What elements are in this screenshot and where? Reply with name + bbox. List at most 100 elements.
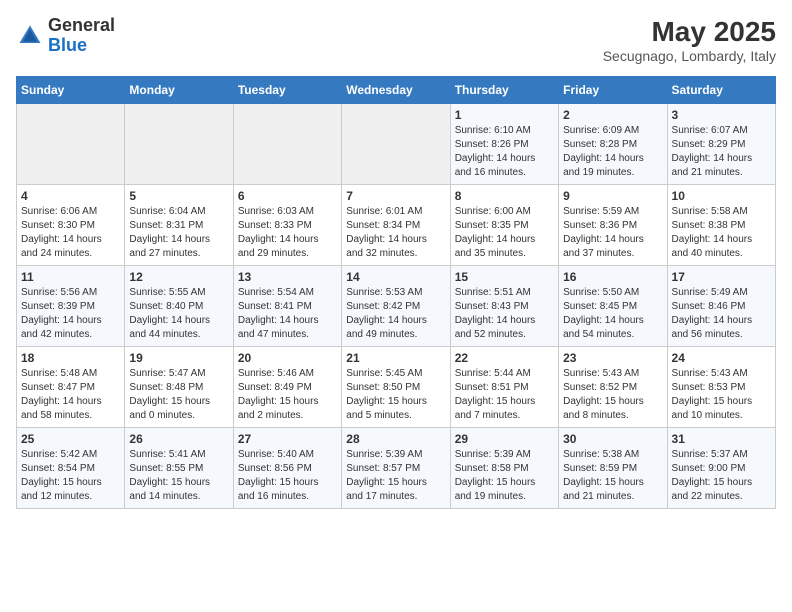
calendar-cell: 26 Sunrise: 5:41 AM Sunset: 8:55 PM Dayli… <box>125 428 233 509</box>
logo-icon <box>16 22 44 50</box>
day-info: Sunrise: 6:03 AM Sunset: 8:33 PM Dayligh… <box>238 205 337 261</box>
calendar-cell: 9Sunrise: 5:59 AM Sunset: 8:36 PM Daylig… <box>559 185 667 266</box>
day-number: 12 <box>129 270 228 284</box>
calendar-cell: 19 Sunrise: 5:47 AM Sunset: 8:48 PM Dayli… <box>125 347 233 428</box>
day-info: Sunrise: 5:44 AM Sunset: 8:51 PM Dayligh… <box>455 367 554 423</box>
calendar-cell: 21 Sunrise: 5:45 AM Sunset: 8:50 PM Dayli… <box>342 347 450 428</box>
day-number: 4 <box>21 189 120 203</box>
day-number: 9 <box>563 189 662 203</box>
day-number: 19 <box>129 351 228 365</box>
title-block: May 2025 Secugnago, Lombardy, Italy <box>603 16 776 64</box>
day-info: Sunrise: 5:56 AM Sunset: 8:39 PM Dayligh… <box>21 286 120 342</box>
day-info: Sunrise: 6:06 AM Sunset: 8:30 PM Dayligh… <box>21 205 120 261</box>
day-info: Sunrise: 5:55 AM Sunset: 8:40 PM Dayligh… <box>129 286 228 342</box>
day-number: 26 <box>129 432 228 446</box>
day-number: 27 <box>238 432 337 446</box>
day-info: Sunrise: 5:46 AM Sunset: 8:49 PM Dayligh… <box>238 367 337 423</box>
calendar-cell: 1 Sunrise: 6:10 AM Sunset: 8:26 PM Daylig… <box>450 104 558 185</box>
day-number: 15 <box>455 270 554 284</box>
day-of-week-header: Thursday <box>450 77 558 104</box>
calendar-cell: 7 Sunrise: 6:01 AM Sunset: 8:34 PM Daylig… <box>342 185 450 266</box>
calendar-cell: 5 Sunrise: 6:04 AM Sunset: 8:31 PM Daylig… <box>125 185 233 266</box>
day-number: 3 <box>672 108 771 122</box>
day-info: Sunrise: 5:41 AM Sunset: 8:55 PM Dayligh… <box>129 448 228 504</box>
day-of-week-header: Sunday <box>17 77 125 104</box>
day-number: 28 <box>346 432 445 446</box>
day-number: 24 <box>672 351 771 365</box>
calendar-cell: 3 Sunrise: 6:07 AM Sunset: 8:29 PM Daylig… <box>667 104 775 185</box>
days-header-row: SundayMondayTuesdayWednesdayThursdayFrid… <box>17 77 776 104</box>
page-header: General Blue May 2025 Secugnago, Lombard… <box>16 16 776 64</box>
calendar-cell: 31 Sunrise: 5:37 AM Sunset: 9:00 PM Dayli… <box>667 428 775 509</box>
calendar-cell: 6 Sunrise: 6:03 AM Sunset: 8:33 PM Daylig… <box>233 185 341 266</box>
calendar-week-row: 18Sunrise: 5:48 AM Sunset: 8:47 PM Dayli… <box>17 347 776 428</box>
calendar-week-row: 11 Sunrise: 5:56 AM Sunset: 8:39 PM Dayli… <box>17 266 776 347</box>
calendar-cell: 23Sunrise: 5:43 AM Sunset: 8:52 PM Dayli… <box>559 347 667 428</box>
day-number: 23 <box>563 351 662 365</box>
calendar-cell: 29 Sunrise: 5:39 AM Sunset: 8:58 PM Dayli… <box>450 428 558 509</box>
calendar-cell <box>125 104 233 185</box>
day-info: Sunrise: 5:51 AM Sunset: 8:43 PM Dayligh… <box>455 286 554 342</box>
calendar-cell <box>233 104 341 185</box>
calendar-cell: 13Sunrise: 5:54 AM Sunset: 8:41 PM Dayli… <box>233 266 341 347</box>
day-number: 22 <box>455 351 554 365</box>
calendar-cell: 30 Sunrise: 5:38 AM Sunset: 8:59 PM Dayli… <box>559 428 667 509</box>
day-info: Sunrise: 6:04 AM Sunset: 8:31 PM Dayligh… <box>129 205 228 261</box>
day-of-week-header: Wednesday <box>342 77 450 104</box>
day-number: 21 <box>346 351 445 365</box>
calendar-table: SundayMondayTuesdayWednesdayThursdayFrid… <box>16 76 776 509</box>
calendar-cell: 12 Sunrise: 5:55 AM Sunset: 8:40 PM Dayli… <box>125 266 233 347</box>
calendar-cell: 27 Sunrise: 5:40 AM Sunset: 8:56 PM Dayli… <box>233 428 341 509</box>
day-number: 25 <box>21 432 120 446</box>
day-info: Sunrise: 5:42 AM Sunset: 8:54 PM Dayligh… <box>21 448 120 504</box>
calendar-cell: 15 Sunrise: 5:51 AM Sunset: 8:43 PM Dayli… <box>450 266 558 347</box>
day-number: 30 <box>563 432 662 446</box>
day-info: Sunrise: 6:07 AM Sunset: 8:29 PM Dayligh… <box>672 124 771 180</box>
month-year: May 2025 <box>603 16 776 48</box>
logo: General Blue <box>16 16 115 56</box>
day-info: Sunrise: 6:10 AM Sunset: 8:26 PM Dayligh… <box>455 124 554 180</box>
day-number: 10 <box>672 189 771 203</box>
day-number: 17 <box>672 270 771 284</box>
day-number: 8 <box>455 189 554 203</box>
calendar-cell: 18Sunrise: 5:48 AM Sunset: 8:47 PM Dayli… <box>17 347 125 428</box>
calendar-cell: 22 Sunrise: 5:44 AM Sunset: 8:51 PM Dayli… <box>450 347 558 428</box>
day-number: 14 <box>346 270 445 284</box>
calendar-week-row: 25 Sunrise: 5:42 AM Sunset: 8:54 PM Dayli… <box>17 428 776 509</box>
day-info: Sunrise: 5:45 AM Sunset: 8:50 PM Dayligh… <box>346 367 445 423</box>
calendar-cell: 28Sunrise: 5:39 AM Sunset: 8:57 PM Dayli… <box>342 428 450 509</box>
calendar-cell: 11 Sunrise: 5:56 AM Sunset: 8:39 PM Dayli… <box>17 266 125 347</box>
day-number: 1 <box>455 108 554 122</box>
day-number: 16 <box>563 270 662 284</box>
day-info: Sunrise: 5:39 AM Sunset: 8:58 PM Dayligh… <box>455 448 554 504</box>
calendar-cell: 25 Sunrise: 5:42 AM Sunset: 8:54 PM Dayli… <box>17 428 125 509</box>
calendar-cell: 20 Sunrise: 5:46 AM Sunset: 8:49 PM Dayli… <box>233 347 341 428</box>
logo-blue: Blue <box>48 36 115 56</box>
day-info: Sunrise: 5:58 AM Sunset: 8:38 PM Dayligh… <box>672 205 771 261</box>
day-info: Sunrise: 6:01 AM Sunset: 8:34 PM Dayligh… <box>346 205 445 261</box>
day-info: Sunrise: 5:43 AM Sunset: 8:53 PM Dayligh… <box>672 367 771 423</box>
day-info: Sunrise: 5:47 AM Sunset: 8:48 PM Dayligh… <box>129 367 228 423</box>
day-info: Sunrise: 5:40 AM Sunset: 8:56 PM Dayligh… <box>238 448 337 504</box>
day-info: Sunrise: 6:09 AM Sunset: 8:28 PM Dayligh… <box>563 124 662 180</box>
calendar-cell <box>342 104 450 185</box>
day-number: 29 <box>455 432 554 446</box>
day-info: Sunrise: 5:38 AM Sunset: 8:59 PM Dayligh… <box>563 448 662 504</box>
day-number: 5 <box>129 189 228 203</box>
day-number: 18 <box>21 351 120 365</box>
day-info: Sunrise: 5:49 AM Sunset: 8:46 PM Dayligh… <box>672 286 771 342</box>
calendar-cell: 16Sunrise: 5:50 AM Sunset: 8:45 PM Dayli… <box>559 266 667 347</box>
day-number: 6 <box>238 189 337 203</box>
day-number: 20 <box>238 351 337 365</box>
calendar-cell: 8 Sunrise: 6:00 AM Sunset: 8:35 PM Daylig… <box>450 185 558 266</box>
calendar-cell: 14Sunrise: 5:53 AM Sunset: 8:42 PM Dayli… <box>342 266 450 347</box>
logo-text: General Blue <box>48 16 115 56</box>
calendar-cell: 17 Sunrise: 5:49 AM Sunset: 8:46 PM Dayli… <box>667 266 775 347</box>
day-number: 11 <box>21 270 120 284</box>
day-info: Sunrise: 6:00 AM Sunset: 8:35 PM Dayligh… <box>455 205 554 261</box>
day-of-week-header: Saturday <box>667 77 775 104</box>
day-number: 31 <box>672 432 771 446</box>
day-info: Sunrise: 5:37 AM Sunset: 9:00 PM Dayligh… <box>672 448 771 504</box>
day-number: 7 <box>346 189 445 203</box>
calendar-cell: 10 Sunrise: 5:58 AM Sunset: 8:38 PM Dayli… <box>667 185 775 266</box>
